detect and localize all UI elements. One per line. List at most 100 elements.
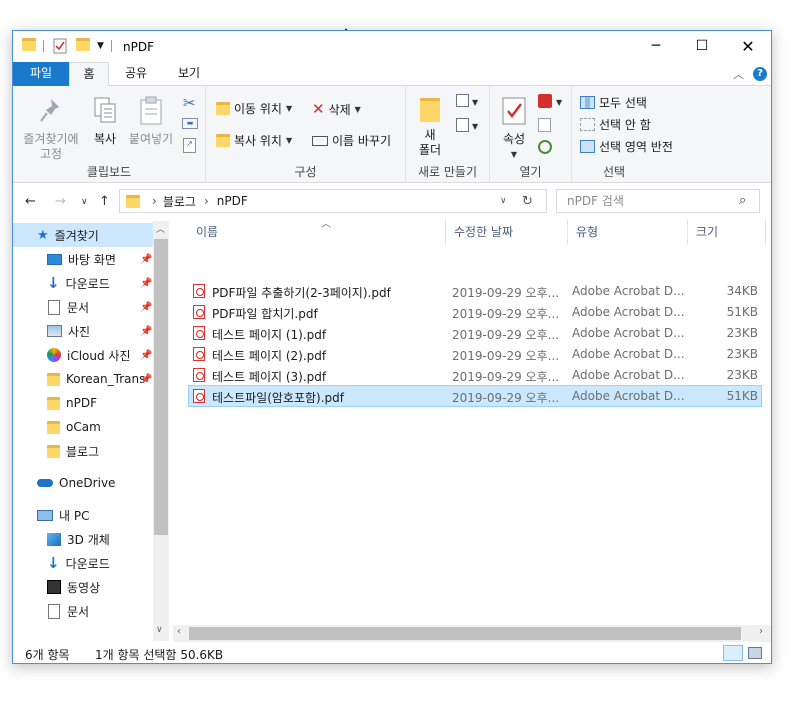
new-folder-quick-icon[interactable] xyxy=(76,38,90,51)
move-to-button[interactable]: 이동 위치 ▼ xyxy=(216,100,292,117)
search-input[interactable]: nPDF 검색 xyxy=(556,189,760,213)
cut-icon[interactable]: ✂ xyxy=(183,94,196,112)
scroll-down-icon[interactable]: ∨ xyxy=(156,625,163,635)
properties-button[interactable]: 속성 ▼ xyxy=(496,92,532,162)
file-row[interactable]: 테스트 페이지 (2).pdf 2019-09-29 오후... Adobe A… xyxy=(188,344,762,365)
navigation-pane: ★ 즐겨찾기 바탕 화면 📌 ↓ 다운로드 📌 문서 📌 사진 📌 iCloud… xyxy=(13,221,169,641)
close-button[interactable]: ✕ xyxy=(725,31,771,62)
ribbon-tabs: 파일 홈 공유 보기 ︿ ? xyxy=(13,62,771,87)
title-bar: ▼ nPDF ─ ☐ ✕ xyxy=(13,31,771,62)
paste-shortcut-icon[interactable]: ↗ xyxy=(183,138,196,153)
tab-file[interactable]: 파일 xyxy=(13,62,69,86)
scroll-up-icon[interactable]: ︿ xyxy=(156,222,165,235)
nav-item-3d-objects[interactable]: 3D 개체 xyxy=(13,527,110,551)
column-header-type[interactable]: 유형 xyxy=(568,219,688,245)
nav-item-pictures[interactable]: 사진 📌 xyxy=(13,319,152,343)
properties-quick-icon[interactable] xyxy=(53,38,67,54)
collapse-ribbon-icon[interactable]: ︿ xyxy=(733,66,744,82)
window-title: nPDF xyxy=(123,40,154,54)
edit-icon[interactable] xyxy=(538,118,551,132)
nav-item-this-pc[interactable]: 내 PC xyxy=(13,503,89,527)
pin-icon: 📌 xyxy=(140,277,153,289)
pin-to-quick-access-button[interactable]: 즐겨찾기에 고정 xyxy=(19,92,83,162)
open-icon[interactable] xyxy=(538,94,552,108)
select-none-button[interactable]: 선택 안 함 xyxy=(580,116,651,133)
nav-scrollbar-thumb[interactable] xyxy=(154,239,168,535)
nav-scrollbar[interactable]: ︿ ∨ xyxy=(153,221,169,641)
column-header-name[interactable]: 이름 xyxy=(188,219,446,245)
minimize-button[interactable]: ─ xyxy=(633,31,679,62)
copy-button[interactable]: 복사 xyxy=(87,92,123,147)
easy-access-dropdown-icon[interactable]: ▼ xyxy=(472,122,478,131)
rename-button[interactable]: 이름 바꾸기 xyxy=(312,132,391,149)
open-dropdown-icon[interactable]: ▼ xyxy=(556,98,562,107)
nav-item-downloads-pc[interactable]: ↓ 다운로드 xyxy=(13,551,110,575)
recent-locations-icon[interactable]: ∨ xyxy=(81,197,88,207)
nav-item-downloads[interactable]: ↓ 다운로드 📌 xyxy=(13,271,152,295)
column-header-date[interactable]: 수정한 날짜 xyxy=(446,219,568,245)
column-header-size[interactable]: 크기 xyxy=(688,219,766,245)
scroll-right-icon[interactable]: › xyxy=(759,626,763,637)
details-view-icon[interactable] xyxy=(723,645,743,661)
document-icon xyxy=(48,299,60,315)
file-type: Adobe Acrobat D... xyxy=(572,347,684,361)
breadcrumb-item-blog[interactable]: 블로그 xyxy=(163,193,196,210)
paste-button[interactable]: 붙여넣기 xyxy=(127,92,175,147)
file-name: 테스트 페이지 (3).pdf xyxy=(212,370,327,384)
help-icon[interactable]: ? xyxy=(753,67,767,81)
file-row-selected[interactable]: 테스트파일(암호포함).pdf 2019-09-29 오후... Adobe A… xyxy=(188,385,762,407)
large-icons-view-icon[interactable] xyxy=(748,647,762,659)
tab-home[interactable]: 홈 xyxy=(69,62,109,87)
tab-share[interactable]: 공유 xyxy=(113,62,159,86)
file-list-hscrollbar-thumb[interactable] xyxy=(189,627,741,640)
file-list-hscrollbar[interactable]: ‹ › xyxy=(173,625,771,642)
nav-item-blog[interactable]: 블로그 xyxy=(13,439,99,463)
properties-label: 속성 xyxy=(502,132,526,146)
file-row[interactable]: PDF파일 추출하기(2-3페이지).pdf 2019-09-29 오후... … xyxy=(188,281,762,302)
new-item-icon[interactable] xyxy=(456,94,469,107)
nav-item-icloud-photos[interactable]: iCloud 사진 📌 xyxy=(13,343,152,367)
file-row[interactable]: 테스트 페이지 (3).pdf 2019-09-29 오후... Adobe A… xyxy=(188,365,762,386)
invert-selection-icon xyxy=(580,140,595,153)
tab-view[interactable]: 보기 xyxy=(163,62,215,86)
nav-item-ocam[interactable]: oCam xyxy=(13,415,101,439)
delete-dropdown-icon: ▼ xyxy=(354,104,361,114)
desktop-icon xyxy=(47,253,62,265)
address-box[interactable]: › 블로그 › nPDF ∨ ↻ xyxy=(119,189,547,213)
new-folder-label-2: 폴더 xyxy=(418,143,442,157)
breadcrumb-item-npdf[interactable]: nPDF xyxy=(217,194,248,208)
nav-item-npdf[interactable]: nPDF xyxy=(13,391,97,415)
selection-info: 1개 항목 선택함 50.6KB xyxy=(95,648,224,662)
nav-item-documents[interactable]: 문서 📌 xyxy=(13,295,152,319)
scroll-left-icon[interactable]: ‹ xyxy=(177,626,181,637)
file-row[interactable]: 테스트 페이지 (1).pdf 2019-09-29 오후... Adobe A… xyxy=(188,323,762,344)
up-arrow-icon[interactable]: ↑ xyxy=(99,194,110,209)
new-item-dropdown-icon[interactable]: ▼ xyxy=(472,98,478,107)
nav-item-desktop[interactable]: 바탕 화면 📌 xyxy=(13,247,152,271)
quick-access-dropdown-icon[interactable]: ▼ xyxy=(97,41,104,57)
nav-item-documents-pc[interactable]: 문서 xyxy=(13,599,89,623)
file-size: 51KB xyxy=(726,389,758,403)
rename-icon xyxy=(312,135,328,146)
nav-item-quick-access[interactable]: ★ 즐겨찾기 xyxy=(13,223,155,247)
file-row[interactable]: PDF파일 합치기.pdf 2019-09-29 오후... Adobe Acr… xyxy=(188,302,762,323)
select-all-button[interactable]: 모두 선택 xyxy=(580,94,647,111)
invert-selection-button[interactable]: 선택 영역 반전 xyxy=(580,138,673,155)
nav-item-videos[interactable]: 동영상 xyxy=(13,575,100,599)
history-icon[interactable] xyxy=(538,140,552,154)
refresh-icon[interactable]: ↻ xyxy=(522,194,533,209)
copy-to-button[interactable]: 복사 위치 ▼ xyxy=(216,132,292,149)
copy-path-icon[interactable]: ▬ xyxy=(182,118,198,129)
new-folder-button[interactable]: 새 폴더 xyxy=(412,92,448,158)
nav-item-onedrive[interactable]: OneDrive xyxy=(13,471,115,495)
file-size: 23KB xyxy=(726,368,758,382)
download-icon: ↓ xyxy=(47,274,60,292)
delete-button[interactable]: ✕ 삭제 ▼ xyxy=(312,100,361,118)
easy-access-icon[interactable] xyxy=(456,118,469,132)
address-dropdown-icon[interactable]: ∨ xyxy=(500,196,507,206)
nav-item-korean-trans[interactable]: Korean_Trans 📌 xyxy=(13,367,152,391)
maximize-button[interactable]: ☐ xyxy=(679,31,725,62)
file-list: ︿ 이름 수정한 날짜 유형 크기 PDF파일 추출하기(2-3페이지).pdf… xyxy=(173,219,771,643)
forward-arrow-icon[interactable]: → xyxy=(55,194,66,209)
back-arrow-icon[interactable]: ← xyxy=(25,194,36,209)
